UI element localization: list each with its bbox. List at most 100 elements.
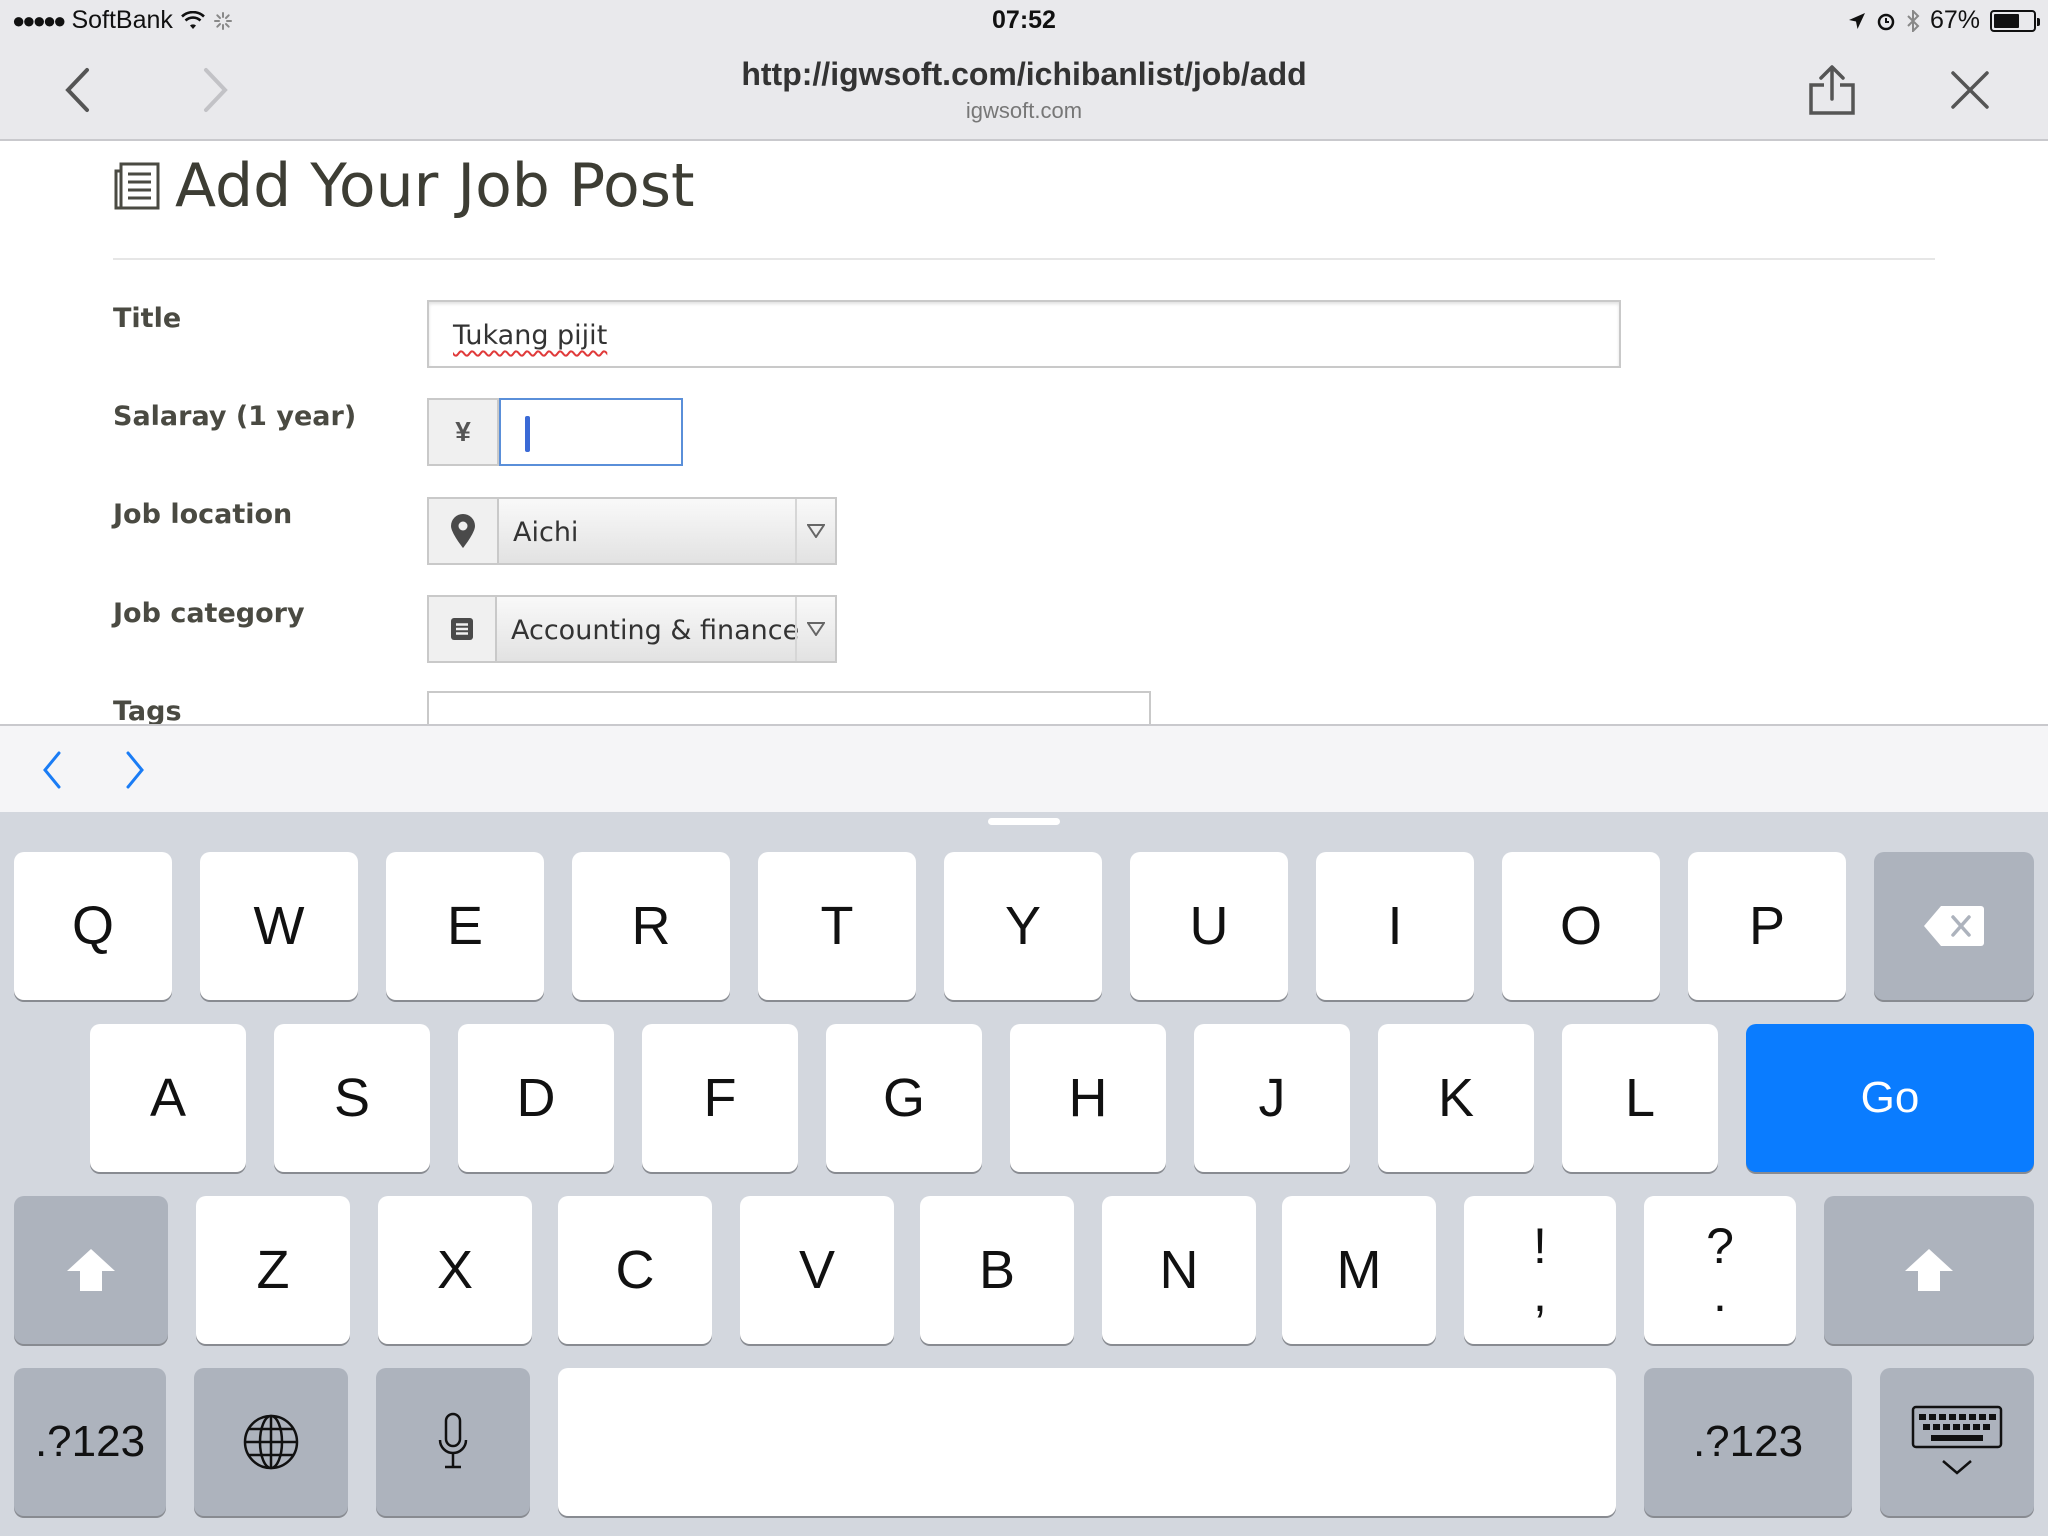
category-select-arrow: [795, 597, 835, 661]
key-u[interactable]: U: [1130, 852, 1288, 1000]
location-label: Job location: [113, 499, 293, 530]
battery-fill: [1994, 13, 2020, 28]
key-question-period[interactable]: ? .: [1644, 1196, 1796, 1344]
page-title: Add Your Job Post: [175, 151, 695, 221]
shift-right-key[interactable]: [1824, 1196, 2034, 1344]
key-p[interactable]: P: [1688, 852, 1846, 1000]
form-accessory-bar: [0, 724, 2048, 812]
salary-field-group: ¥: [427, 398, 683, 466]
next-field-button[interactable]: [113, 744, 157, 796]
backspace-icon: [1924, 906, 1984, 946]
key-v[interactable]: V: [740, 1196, 894, 1344]
screen: ●●●●● SoftBank 07:52 67% http://igwsoft.…: [0, 0, 2048, 1536]
category-select[interactable]: Accounting & finance: [497, 595, 837, 663]
battery-icon: [1990, 9, 2040, 32]
bluetooth-icon: [1907, 9, 1920, 32]
title-input-value: Tukang pijit: [453, 320, 608, 351]
go-key[interactable]: Go: [1746, 1024, 2034, 1172]
key-g[interactable]: G: [826, 1024, 982, 1172]
key-exclaim-label: !: [1533, 1218, 1547, 1274]
browser-nav-bar: http://igwsoft.com/ichibanlist/job/add i…: [0, 40, 2048, 141]
dismiss-keyboard-key[interactable]: [1880, 1368, 2034, 1516]
key-b[interactable]: B: [920, 1196, 1074, 1344]
location-select-value: Aichi: [513, 517, 579, 548]
location-select[interactable]: Aichi: [499, 497, 837, 565]
web-page: Add Your Job Post Title Tukang pijit Sal…: [0, 143, 2048, 724]
numbers-key-left[interactable]: .?123: [14, 1368, 166, 1516]
shift-icon: [1905, 1249, 1953, 1291]
share-button[interactable]: [1802, 60, 1862, 120]
key-d[interactable]: D: [458, 1024, 614, 1172]
status-right: 67%: [1848, 6, 2040, 35]
key-i[interactable]: I: [1316, 852, 1474, 1000]
share-icon: [1809, 65, 1855, 115]
key-exclaim-comma[interactable]: ! ,: [1464, 1196, 1616, 1344]
key-o[interactable]: O: [1502, 852, 1660, 1000]
close-icon: [1951, 71, 1989, 109]
key-j[interactable]: J: [1194, 1024, 1350, 1172]
previous-field-button[interactable]: [30, 744, 74, 796]
key-r[interactable]: R: [572, 852, 730, 1000]
chevron-right-icon: [126, 751, 144, 789]
close-tab-button[interactable]: [1940, 60, 2000, 120]
document-icon: [114, 162, 160, 210]
title-label: Title: [113, 303, 182, 334]
battery-percent: 67%: [1929, 6, 1980, 34]
location-select-arrow: [795, 499, 835, 563]
page-header: Add Your Job Post: [113, 151, 695, 221]
yen-addon: ¥: [427, 398, 499, 466]
text-caret: [525, 416, 530, 452]
microphone-icon: [438, 1412, 468, 1469]
alarm-icon: [1877, 13, 1895, 30]
chevron-down-icon: [807, 524, 825, 538]
key-q[interactable]: Q: [14, 852, 172, 1000]
salary-label: Salaray (1 year): [113, 401, 357, 432]
key-k[interactable]: K: [1378, 1024, 1534, 1172]
title-input[interactable]: Tukang pijit: [427, 300, 1621, 368]
chevron-down-icon: [807, 622, 825, 636]
backspace-key[interactable]: [1874, 852, 2034, 1000]
keyboard-handle[interactable]: [988, 818, 1060, 825]
category-select-value: Accounting & finance: [511, 615, 800, 646]
key-s[interactable]: S: [274, 1024, 430, 1172]
clock: 07:52: [992, 6, 1056, 34]
list-icon: [451, 618, 473, 640]
keyboard-hide-icon: [1911, 1405, 2003, 1475]
list-addon: [427, 595, 497, 663]
tags-label: Tags: [113, 696, 182, 724]
key-h[interactable]: H: [1010, 1024, 1166, 1172]
chevron-left-icon: [43, 751, 61, 789]
key-t[interactable]: T: [758, 852, 916, 1000]
key-n[interactable]: N: [1102, 1196, 1256, 1344]
url-field[interactable]: http://igwsoft.com/ichibanlist/job/add: [0, 56, 2048, 93]
salary-input[interactable]: [499, 398, 683, 466]
status-bar: ●●●●● SoftBank 07:52 67%: [0, 0, 2048, 40]
key-m[interactable]: M: [1282, 1196, 1436, 1344]
key-a[interactable]: A: [90, 1024, 246, 1172]
map-pin-icon: [451, 514, 475, 548]
shift-left-key[interactable]: [14, 1196, 168, 1344]
title-divider: [113, 258, 1935, 260]
key-comma-label: ,: [1533, 1266, 1547, 1322]
globe-key[interactable]: [194, 1368, 348, 1516]
shift-icon: [67, 1249, 115, 1291]
key-x[interactable]: X: [378, 1196, 532, 1344]
map-pin-addon: [427, 497, 499, 565]
key-l[interactable]: L: [1562, 1024, 1718, 1172]
key-y[interactable]: Y: [944, 852, 1102, 1000]
key-question-label: ?: [1706, 1218, 1734, 1274]
numbers-key-right[interactable]: .?123: [1644, 1368, 1852, 1516]
space-key[interactable]: [558, 1368, 1616, 1516]
key-c[interactable]: C: [558, 1196, 712, 1344]
key-e[interactable]: E: [386, 852, 544, 1000]
key-z[interactable]: Z: [196, 1196, 350, 1344]
key-period-label: .: [1713, 1266, 1727, 1322]
globe-icon: [243, 1414, 299, 1470]
dictation-key[interactable]: [376, 1368, 530, 1516]
key-w[interactable]: W: [200, 852, 358, 1000]
category-label: Job category: [113, 598, 305, 629]
location-arrow-icon: [1848, 12, 1865, 29]
category-field-group: Accounting & finance: [427, 595, 837, 663]
key-f[interactable]: F: [642, 1024, 798, 1172]
tags-input[interactable]: [427, 691, 1151, 724]
